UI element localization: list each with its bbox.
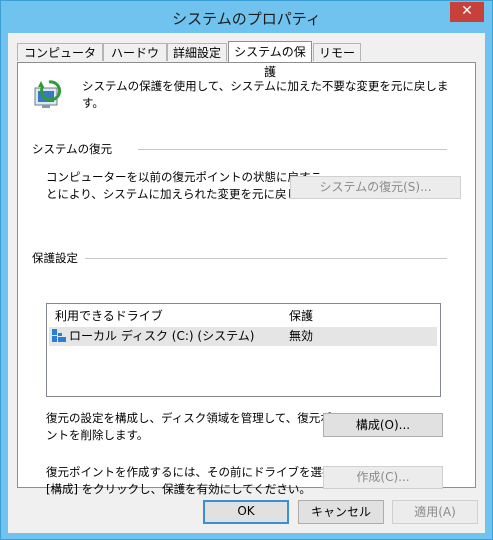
listview-header: 利用できるドライブ 保護 <box>47 306 440 326</box>
windows-drive-icon <box>52 329 66 343</box>
cancel-button[interactable]: キャンセル <box>298 500 384 524</box>
drive-listview[interactable]: 利用できるドライブ 保護 ローカル ディスク (C:) (システム) 無効 <box>46 303 441 397</box>
create-description-line2: [構成] をクリックし、保護を有効にしてください。 <box>46 482 311 496</box>
protection-heading: 保護設定 <box>32 251 78 265</box>
tab-advanced[interactable]: 詳細設定 <box>167 43 227 61</box>
ok-button[interactable]: OK <box>203 500 289 524</box>
tab-computer-name[interactable]: コンピューター名 <box>17 43 103 78</box>
tab-remote[interactable]: リモート <box>313 43 361 78</box>
apply-button[interactable]: 適用(A) <box>392 500 478 524</box>
intro-text: システムの保護を使用して、システムに加えた不要な変更を元に戻します。 <box>82 79 449 110</box>
configure-button[interactable]: 構成(O)... <box>323 413 443 437</box>
restore-divider <box>138 149 447 150</box>
system-protection-icon <box>33 78 65 110</box>
close-icon: ✕ <box>461 3 473 19</box>
restore-description-line1: コンピューターを以前の復元ポイントの状態に戻すこ <box>46 170 322 184</box>
create-description-line1: 復元ポイントを作成するには、その前にドライブを選択して <box>46 465 357 479</box>
tab-hardware[interactable]: ハードウェア <box>103 43 167 78</box>
configure-description-line1: 復元の設定を構成し、ディスク領域を管理して、復元ポイ <box>46 411 344 425</box>
close-button[interactable]: ✕ <box>450 2 484 22</box>
system-protection-panel: システムの保護を使用して、システムに加えた不要な変更を元に戻します。 システムの… <box>17 62 476 496</box>
column-header-drive[interactable]: 利用できるドライブ <box>55 306 163 326</box>
dialog-client-area: コンピューター名 ハードウェア 詳細設定 システムの保護 リモート システムの保… <box>8 33 485 533</box>
title-bar[interactable]: システムのプロパティ ✕ <box>1 1 492 33</box>
protection-divider <box>85 258 447 259</box>
drive-protection-cell: 無効 <box>289 329 314 343</box>
restore-description-line2: とにより、システムに加えられた変更を元に戻します。 <box>46 187 332 201</box>
tab-system-protection[interactable]: システムの保護 <box>228 41 312 79</box>
drive-name-cell: ローカル ディスク (C:) (システム) <box>69 329 255 343</box>
system-restore-button[interactable]: システムの復元(S)... <box>290 176 461 199</box>
column-header-protection[interactable]: 保護 <box>289 306 313 326</box>
restore-heading: システムの復元 <box>32 142 113 156</box>
table-row[interactable]: ローカル ディスク (C:) (システム) 無効 <box>49 327 437 346</box>
system-properties-window: システムのプロパティ ✕ コンピューター名 ハードウェア 詳細設定 システムの保… <box>0 0 493 540</box>
window-title: システムのプロパティ <box>172 10 321 28</box>
create-button[interactable]: 作成(C)... <box>323 466 443 489</box>
configure-description-line2: ントを削除します。 <box>46 428 149 442</box>
